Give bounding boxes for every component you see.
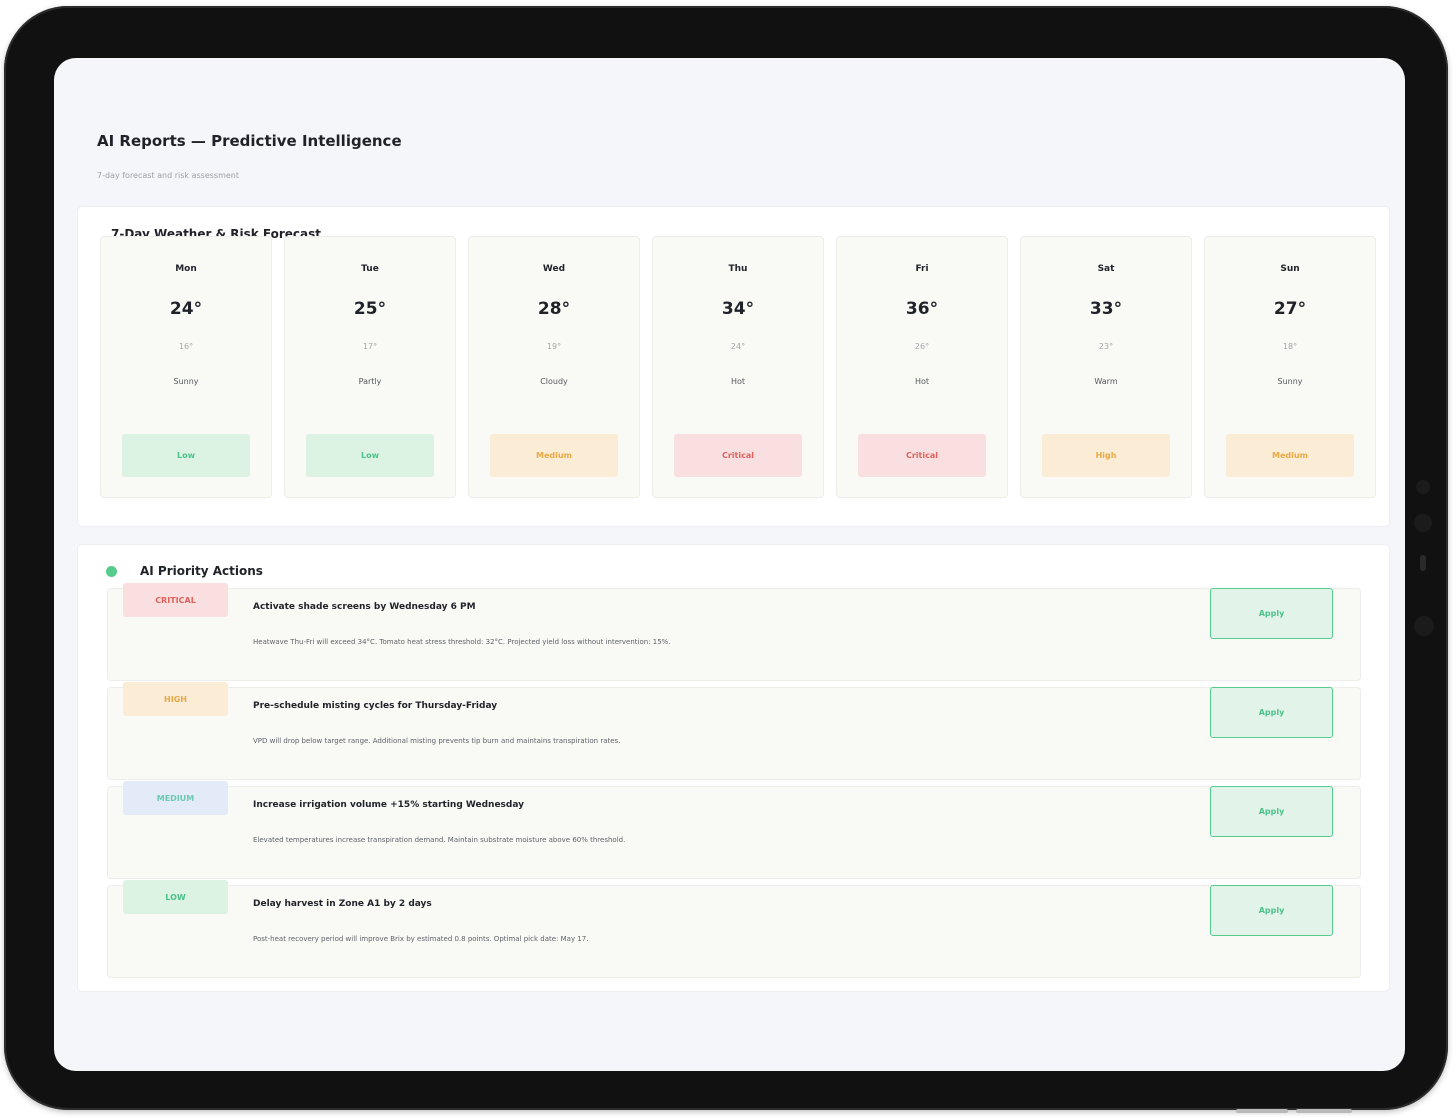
action-title: Activate shade screens by Wednesday 6 PM bbox=[253, 602, 476, 612]
action-title: Increase irrigation volume +15% starting… bbox=[253, 800, 525, 810]
forecast-panel: 7-Day Weather & Risk Forecast Mon 24° 16° S… bbox=[77, 206, 1390, 527]
day-high-temp: 24° bbox=[169, 299, 203, 319]
action-row: CRITICAL Activate shade screens by Wednes… bbox=[107, 583, 1361, 681]
day-high-temp: 33° bbox=[1089, 299, 1123, 319]
day-name: Sat bbox=[1097, 264, 1115, 274]
page-title: AI Reports — Predictive Intelligence bbox=[97, 132, 402, 150]
bottom-edge-1 bbox=[1236, 1109, 1288, 1113]
camera-sensor bbox=[1420, 555, 1426, 571]
action-title: Delay harvest in Zone A1 by 2 days bbox=[253, 899, 432, 909]
day-high-temp: 36° bbox=[905, 299, 939, 319]
day-card-sun: Sun 27° 18° Sunny Medium bbox=[1204, 236, 1376, 498]
action-row: LOW Delay harvest in Zone A1 by 2 days Pos… bbox=[107, 880, 1361, 978]
day-card-thu: Thu 34° 24° Hot Critical bbox=[652, 236, 824, 498]
risk-badge: Low bbox=[122, 434, 250, 477]
priority-badge: MEDIUM bbox=[123, 781, 228, 815]
day-high-temp: 28° bbox=[537, 299, 571, 319]
day-name: Sun bbox=[1280, 264, 1300, 274]
day-condition: Warm bbox=[1094, 377, 1118, 386]
day-condition: Cloudy bbox=[540, 377, 568, 386]
day-card-wed: Wed 28° 19° Cloudy Medium bbox=[468, 236, 640, 498]
day-low-temp: 18° bbox=[1282, 342, 1298, 351]
action-list: CRITICAL Activate shade screens by Wednes… bbox=[107, 583, 1361, 978]
action-description: Elevated temperatures increase transpira… bbox=[253, 836, 626, 844]
day-low-temp: 19° bbox=[546, 342, 562, 351]
forecast-days: Mon 24° 16° Sunny Low Tue 25° 17° Partly Low Wed 28… bbox=[100, 236, 1376, 498]
day-condition: Hot bbox=[914, 377, 930, 386]
day-card-sat: Sat 33° 23° Warm High bbox=[1020, 236, 1192, 498]
day-card-fri: Fri 36° 26° Hot Critical bbox=[836, 236, 1008, 498]
day-card-mon: Mon 24° 16° Sunny Low bbox=[100, 236, 272, 498]
day-low-temp: 17° bbox=[362, 342, 378, 351]
priority-badge: LOW bbox=[123, 880, 228, 914]
actions-panel: AI Priority Actions CRITICAL Activate sha… bbox=[77, 544, 1390, 992]
app-screen: AI Reports — Predictive Intelligence 7-d… bbox=[54, 58, 1405, 1071]
priority-badge: HIGH bbox=[123, 682, 228, 716]
day-low-temp: 24° bbox=[730, 342, 746, 351]
side-button-2 bbox=[1414, 514, 1432, 532]
risk-badge: Critical bbox=[858, 434, 986, 477]
day-high-temp: 34° bbox=[721, 299, 755, 319]
action-row: MEDIUM Increase irrigation volume +15% st… bbox=[107, 781, 1361, 879]
day-low-temp: 23° bbox=[1098, 342, 1114, 351]
day-name: Thu bbox=[728, 264, 748, 274]
actions-title: AI Priority Actions bbox=[140, 564, 263, 578]
day-low-temp: 16° bbox=[178, 342, 194, 351]
day-card-tue: Tue 25° 17° Partly Low bbox=[284, 236, 456, 498]
day-condition: Sunny bbox=[1277, 377, 1303, 386]
priority-badge: CRITICAL bbox=[123, 583, 228, 617]
day-high-temp: 25° bbox=[353, 299, 387, 319]
side-button-3 bbox=[1414, 616, 1434, 636]
risk-badge: Medium bbox=[1226, 434, 1354, 477]
side-button-1 bbox=[1416, 480, 1430, 494]
action-description: Heatwave Thu-Fri will exceed 34°C. Tomat… bbox=[253, 638, 671, 646]
day-high-temp: 27° bbox=[1273, 299, 1307, 319]
day-name: Wed bbox=[542, 264, 566, 274]
apply-button[interactable]: Apply bbox=[1210, 687, 1333, 738]
action-title: Pre-schedule misting cycles for Thursday… bbox=[253, 701, 498, 711]
risk-badge: Medium bbox=[490, 434, 618, 477]
action-description: VPD will drop below target range. Additi… bbox=[253, 737, 621, 745]
bottom-edge-2 bbox=[1296, 1109, 1352, 1113]
risk-badge: High bbox=[1042, 434, 1170, 477]
day-low-temp: 26° bbox=[914, 342, 930, 351]
action-description: Post-heat recovery period will improve B… bbox=[253, 935, 589, 943]
tablet-frame: AI Reports — Predictive Intelligence 7-d… bbox=[4, 6, 1448, 1113]
day-name: Mon bbox=[175, 264, 197, 274]
day-name: Tue bbox=[361, 264, 379, 274]
day-condition: Partly bbox=[358, 377, 382, 386]
risk-badge: Low bbox=[306, 434, 434, 477]
page-subtitle: 7-day forecast and risk assessment bbox=[97, 171, 239, 180]
day-condition: Hot bbox=[730, 377, 746, 386]
apply-button[interactable]: Apply bbox=[1210, 885, 1333, 936]
status-dot-icon bbox=[106, 566, 117, 577]
action-row: HIGH Pre-schedule misting cycles for Thur… bbox=[107, 682, 1361, 780]
risk-badge: Critical bbox=[674, 434, 802, 477]
day-condition: Sunny bbox=[173, 377, 199, 386]
apply-button[interactable]: Apply bbox=[1210, 786, 1333, 837]
day-name: Fri bbox=[915, 264, 929, 274]
apply-button[interactable]: Apply bbox=[1210, 588, 1333, 639]
